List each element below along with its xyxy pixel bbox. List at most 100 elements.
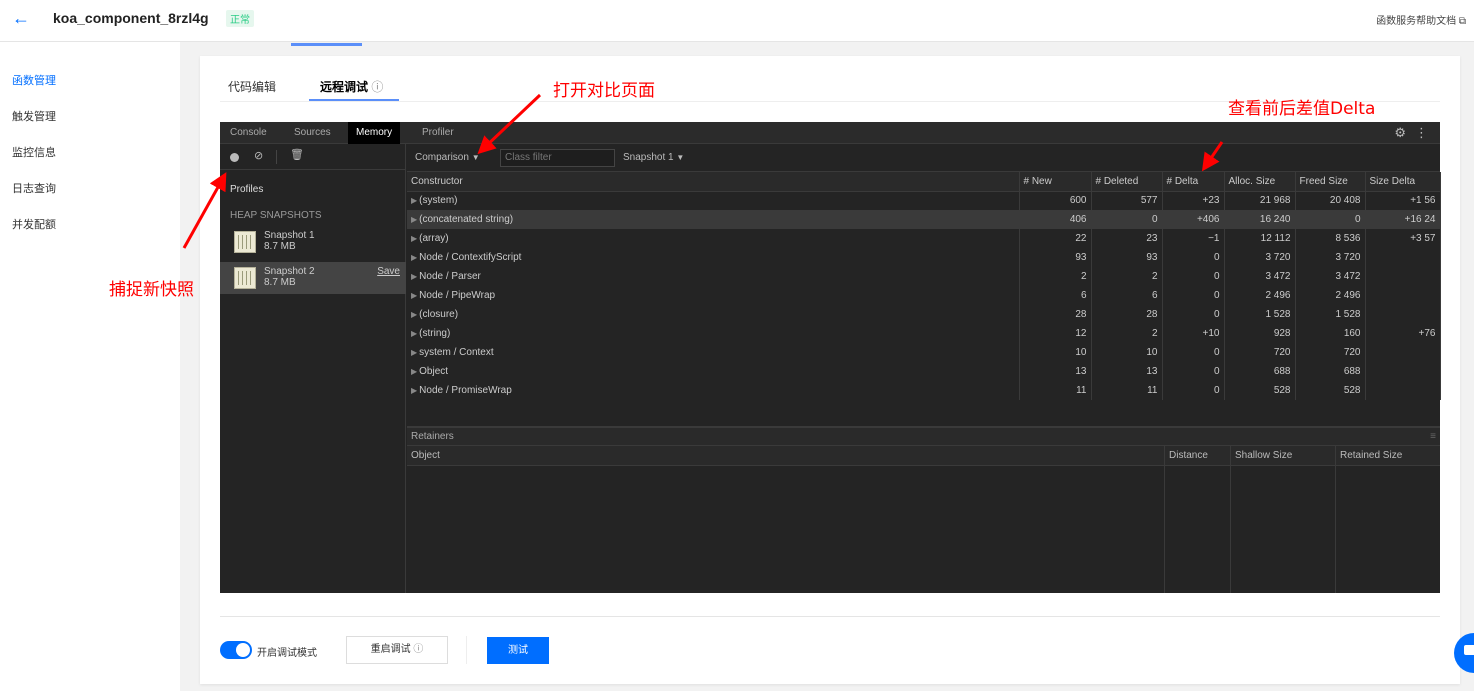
- devtools-tab-console[interactable]: Console: [222, 122, 275, 144]
- expand-triangle-icon[interactable]: ▶: [411, 329, 417, 338]
- ret-col-distance[interactable]: Distance: [1164, 446, 1208, 466]
- sidebar-item-trigger-management[interactable]: 触发管理: [12, 108, 56, 124]
- sidebar-item-monitoring[interactable]: 监控信息: [12, 144, 56, 160]
- delta-cell: 0: [1162, 286, 1225, 305]
- external-link-icon: ⧉: [1458, 16, 1466, 27]
- sidebar: 函数管理 触发管理 监控信息 日志查询 并发配额: [0, 42, 180, 691]
- col-new[interactable]: # New: [1019, 172, 1092, 192]
- deleted-cell: 93: [1091, 248, 1163, 267]
- freed-cell: 1 528: [1295, 305, 1366, 324]
- col-deleted[interactable]: # Deleted: [1091, 172, 1163, 192]
- sidebar-item-function-management[interactable]: 函数管理: [12, 72, 56, 88]
- sidebar-item-log-query[interactable]: 日志查询: [12, 180, 56, 196]
- table-row[interactable]: ▶ Object 13 13 0 688 688: [407, 362, 1441, 381]
- trash-icon[interactable]: 🗑: [290, 148, 304, 161]
- col-freed-size[interactable]: Freed Size: [1295, 172, 1366, 192]
- debug-mode-label: 开启调试模式: [257, 648, 317, 659]
- retainers-menu-icon[interactable]: ≡: [1430, 428, 1436, 446]
- snapshot-icon: [234, 231, 256, 253]
- new-cell: 2: [1019, 267, 1092, 286]
- constructor-name: (system): [419, 195, 458, 207]
- new-cell: 600: [1019, 191, 1092, 210]
- size-delta-cell: [1365, 248, 1441, 267]
- ret-col-shallow-size[interactable]: Shallow Size: [1230, 446, 1292, 466]
- snapshot-info: Snapshot 2 8.7 MB: [264, 266, 315, 288]
- comparison-toolbar: Comparison ▼ Class filter Snapshot 1 ▼: [407, 144, 1440, 172]
- devtools-tab-sources[interactable]: Sources: [286, 122, 339, 144]
- devtools-tab-memory[interactable]: Memory: [348, 122, 401, 144]
- table-row[interactable]: ▶ (closure) 28 28 0 1 528 1 528: [407, 305, 1441, 324]
- table-row[interactable]: ▶ Node / ContextifyScript 93 93 0 3 720 3 720: [407, 248, 1441, 267]
- col-size-delta[interactable]: Size Delta: [1365, 172, 1441, 192]
- view-mode-select[interactable]: Comparison ▼: [415, 152, 480, 163]
- size-delta-cell: +1 56: [1365, 191, 1441, 210]
- constructor-name: (concatenated string): [419, 214, 514, 225]
- expand-triangle-icon[interactable]: ▶: [411, 348, 417, 357]
- table-row[interactable]: ▶ (string) 12 2 +10 928 160 +76: [407, 324, 1441, 343]
- col-alloc-size[interactable]: Alloc. Size: [1224, 172, 1296, 192]
- devtools-tabbar: Console Sources Memory Profiler ⚙ ⋮: [220, 122, 1440, 144]
- base-snapshot-select[interactable]: Snapshot 1 ▼: [623, 152, 684, 163]
- alloc-cell: 3 472: [1224, 267, 1296, 286]
- more-options-icon[interactable]: ⋮: [1415, 125, 1428, 141]
- expand-triangle-icon[interactable]: ▶: [411, 234, 417, 243]
- table-row[interactable]: ▶ Node / Parser 2 2 0 3 472 3 472: [407, 267, 1441, 286]
- retainers-title: Retainers: [411, 431, 454, 442]
- retainers-table-header: Object Distance Shallow Size Retained Si…: [407, 446, 1440, 466]
- expand-triangle-icon[interactable]: ▶: [411, 253, 417, 262]
- debug-mode-toggle[interactable]: [220, 641, 252, 659]
- constructor-name: Node / Parser: [419, 271, 481, 282]
- freed-cell: 2 496: [1295, 286, 1366, 305]
- alloc-cell: 12 112: [1224, 229, 1296, 248]
- deleted-cell: 23: [1091, 229, 1163, 248]
- col-constructor[interactable]: Constructor: [407, 172, 1020, 192]
- table-row[interactable]: ▶ (concatenated string) 406 0 +406 16 240 0 +16…: [407, 210, 1441, 229]
- delta-cell: 0: [1162, 362, 1225, 381]
- table-row[interactable]: ▶ Node / PromiseWrap 11 11 0 528 528: [407, 381, 1441, 400]
- clear-icon[interactable]: ⊘: [254, 149, 263, 162]
- expand-triangle-icon[interactable]: ▶: [411, 386, 417, 395]
- back-arrow-icon[interactable]: ←: [12, 8, 30, 29]
- settings-gear-icon[interactable]: ⚙: [1394, 125, 1406, 141]
- expand-triangle-icon[interactable]: ▶: [411, 310, 417, 319]
- view-mode-value: Comparison: [415, 152, 469, 163]
- snapshot-item-selected[interactable]: Snapshot 2 8.7 MB Save: [220, 262, 406, 294]
- expand-triangle-icon[interactable]: ▶: [411, 367, 417, 376]
- function-name-title: koa_component_8rzl4g: [53, 10, 209, 26]
- alloc-cell: 528: [1224, 381, 1296, 400]
- expand-triangle-icon[interactable]: ▶: [411, 272, 417, 281]
- save-snapshot-link[interactable]: Save: [377, 266, 400, 277]
- sidebar-item-concurrency-quota[interactable]: 并发配额: [12, 216, 56, 232]
- table-header-row: Constructor # New # Deleted # Delta Allo…: [407, 172, 1441, 192]
- devtools-tab-profiler[interactable]: Profiler: [414, 122, 462, 144]
- tab-code-edit[interactable]: 代码编辑: [228, 78, 276, 95]
- record-icon[interactable]: [230, 153, 239, 162]
- new-cell: 12: [1019, 324, 1092, 343]
- new-cell: 406: [1019, 210, 1092, 229]
- delta-cell: 0: [1162, 343, 1225, 362]
- restart-debug-button[interactable]: 重启调试 ⓘ: [346, 636, 448, 664]
- new-cell: 10: [1019, 343, 1092, 362]
- freed-cell: 8 536: [1295, 229, 1366, 248]
- help-doc-link[interactable]: 函数服务帮助文档 ⧉: [1376, 12, 1466, 27]
- ret-col-object[interactable]: Object: [407, 446, 440, 466]
- table-row[interactable]: ▶ Node / PipeWrap 6 6 0 2 496 2 496: [407, 286, 1441, 305]
- table-row[interactable]: ▶ system / Context 10 10 0 720 720: [407, 343, 1441, 362]
- expand-triangle-icon[interactable]: ▶: [411, 291, 417, 300]
- constructor-name: system / Context: [419, 347, 494, 358]
- snapshot-size: 8.7 MB: [264, 277, 296, 288]
- expand-triangle-icon[interactable]: ▶: [411, 215, 417, 224]
- class-filter-input[interactable]: Class filter: [500, 149, 615, 167]
- freed-cell: 528: [1295, 381, 1366, 400]
- ret-col-retained-size[interactable]: Retained Size: [1335, 446, 1402, 466]
- retainers-header: Retainers ≡: [407, 426, 1440, 446]
- table-row[interactable]: ▶ (array) 22 23 −1 12 112 8 536 +3 57: [407, 229, 1441, 248]
- tab-remote-debug[interactable]: 远程调试 ⓘ: [320, 78, 383, 95]
- expand-triangle-icon[interactable]: ▶: [411, 196, 417, 205]
- snapshot-item[interactable]: Snapshot 1 8.7 MB: [220, 226, 406, 258]
- test-button[interactable]: 测试: [487, 637, 549, 664]
- constructor-cell: ▶ (concatenated string): [407, 210, 1020, 229]
- col-delta[interactable]: # Delta: [1162, 172, 1225, 192]
- comparison-table: Constructor # New # Deleted # Delta Allo…: [407, 172, 1441, 400]
- table-row[interactable]: ▶ (system) 600 577 +23 21 968 20 408 +1 56: [407, 191, 1441, 210]
